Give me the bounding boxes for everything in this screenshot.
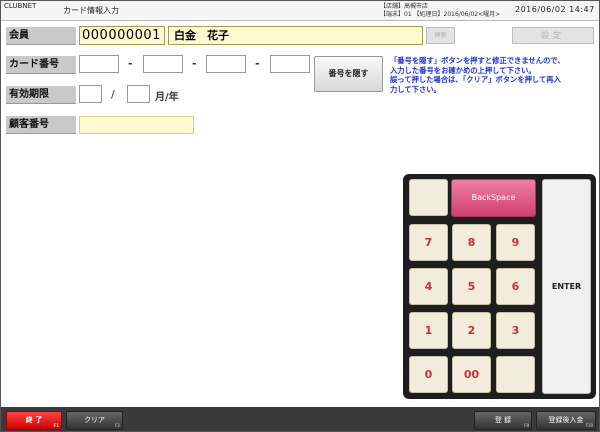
search-button[interactable]: 検索 — [426, 27, 455, 44]
register-button-label: 登 録 — [494, 416, 512, 424]
card-number-separator: - — [255, 57, 260, 70]
expiry-suffix: 月/年 — [155, 92, 179, 103]
hide-number-button[interactable]: 番号を隠す — [314, 56, 383, 92]
register-and-deposit-button[interactable]: 登録後入金 F10 — [536, 411, 596, 430]
expiry-label: 有効期限 — [6, 86, 76, 104]
card-number-input-2[interactable] — [143, 55, 183, 73]
card-number-label: カード番号 — [6, 56, 76, 74]
keypad-blank-key[interactable] — [409, 179, 448, 216]
member-label: 会員 — [6, 27, 76, 45]
hide-number-info: 「番号を隠す」ボタンを押すと修正できませんので、 入力した番号をお確かめの上押し… — [390, 56, 565, 94]
expiry-month-input[interactable] — [79, 85, 102, 103]
card-number-input-4[interactable] — [270, 55, 310, 73]
key-6[interactable]: 6 — [496, 268, 535, 305]
clear-button[interactable]: クリア F2 — [66, 411, 123, 430]
expiry-year-input[interactable] — [127, 85, 150, 103]
key-5[interactable]: 5 — [452, 268, 491, 305]
end-button-fkey: F1 — [53, 423, 59, 428]
key-8[interactable]: 8 — [452, 224, 491, 261]
keypad-blank-key[interactable] — [496, 356, 535, 393]
expiry-slash: / — [111, 88, 115, 101]
title-bar: CLUBNET カード情報入力 【店舗】高槻市店 【端末】01 【処理日】201… — [1, 1, 599, 21]
backspace-key[interactable]: BackSpace — [451, 179, 536, 217]
key-0[interactable]: 0 — [409, 356, 448, 393]
settings-button[interactable]: 設定 — [512, 27, 594, 44]
key-4[interactable]: 4 — [409, 268, 448, 305]
clear-button-label: クリア — [84, 416, 105, 424]
key-3[interactable]: 3 — [496, 312, 535, 349]
key-9[interactable]: 9 — [496, 224, 535, 261]
store-line-1: 【店舗】高槻市店 — [380, 3, 429, 10]
key-1[interactable]: 1 — [409, 312, 448, 349]
store-line-2: 【端末】01 【処理日】2016/06/02<曜月> — [380, 11, 501, 18]
member-name-field: 白金 花子 — [168, 26, 423, 45]
card-number-separator: - — [192, 57, 197, 70]
key-2[interactable]: 2 — [452, 312, 491, 349]
register-and-deposit-label: 登録後入金 — [548, 416, 584, 424]
register-button-fkey: F9 — [524, 423, 529, 428]
screen-title: カード情報入力 — [63, 6, 119, 15]
register-and-deposit-fkey: F10 — [585, 423, 593, 428]
clear-button-fkey: F2 — [115, 423, 120, 428]
key-00[interactable]: 00 — [452, 356, 491, 393]
customer-number-label: 顧客番号 — [6, 116, 76, 134]
datetime: 2016/06/02 14:47 — [515, 5, 595, 14]
store-info: 【店舗】高槻市店 【端末】01 【処理日】2016/06/02<曜月> — [380, 3, 500, 19]
card-number-separator: - — [128, 57, 133, 70]
key-7[interactable]: 7 — [409, 224, 448, 261]
card-number-input-3[interactable] — [206, 55, 246, 73]
end-button[interactable]: 終 了 F1 — [6, 411, 62, 430]
register-button[interactable]: 登 録 F9 — [474, 411, 532, 430]
app-name: CLUBNET — [4, 2, 37, 10]
member-number-field[interactable]: 000000001 — [79, 26, 165, 45]
customer-number-input[interactable] — [79, 116, 194, 134]
window: CLUBNET カード情報入力 【店舗】高槻市店 【端末】01 【処理日】201… — [0, 0, 600, 432]
end-button-label: 終 了 — [25, 416, 43, 424]
enter-key[interactable]: ENTER — [542, 179, 591, 394]
card-number-input-1[interactable] — [79, 55, 119, 73]
